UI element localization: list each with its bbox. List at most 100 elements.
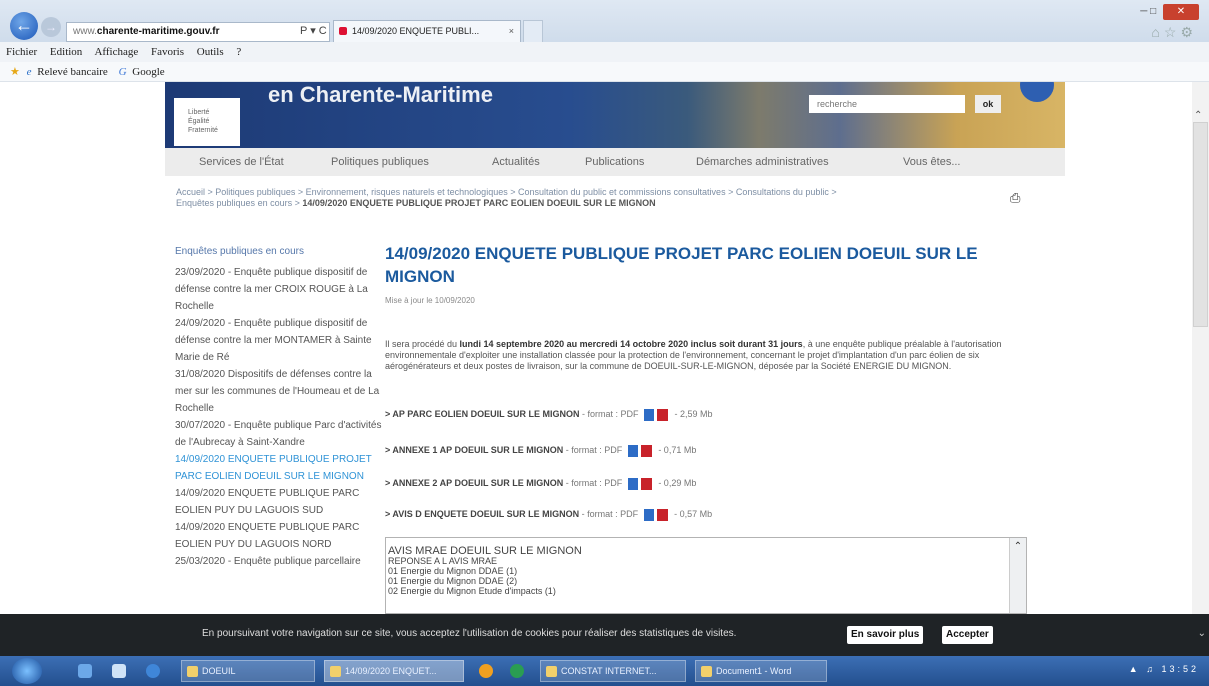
- forward-arrow-icon[interactable]: →: [41, 17, 61, 37]
- minimize-icon[interactable]: ─: [1140, 6, 1147, 17]
- page-title: 14/09/2020 ENQUETE PUBLIQUE PROJET PARC …: [385, 244, 978, 286]
- favorites-star-icon[interactable]: ★: [10, 66, 20, 78]
- url-domain: charente-maritime.gouv.fr: [96, 26, 220, 37]
- file-info-icon[interactable]: [628, 477, 639, 490]
- scroll-up-icon[interactable]: ⌃: [1012, 541, 1024, 553]
- browser-tab[interactable]: 14/09/2020 ENQUETE PUBLI... ×: [333, 20, 521, 42]
- nav-services-etat[interactable]: Services de l'État: [199, 148, 284, 176]
- google-icon: G: [118, 66, 127, 78]
- page-scrollbar[interactable]: ⌃: [1192, 82, 1209, 614]
- pdf-icon[interactable]: [641, 477, 653, 490]
- menu-item-edition[interactable]: Edition: [50, 46, 82, 58]
- download-link[interactable]: > AP PARC EOLIEN DOEUIL SUR LE MIGNON: [385, 409, 579, 419]
- site-search-input[interactable]: recherche: [809, 95, 965, 113]
- menu-item-help[interactable]: ?: [236, 46, 241, 58]
- nav-vous-etes[interactable]: Vous êtes...: [903, 148, 960, 176]
- pdf-icon[interactable]: [657, 508, 669, 521]
- download-row[interactable]: > ANNEXE 1 AP DOEUIL SUR LE MIGNON - for…: [385, 442, 696, 458]
- chevron-down-icon[interactable]: ⌄: [1198, 628, 1206, 639]
- sidebar-link[interactable]: 23/09/2020 - Enquête publique dispositif…: [175, 264, 385, 315]
- file-info-icon[interactable]: [644, 408, 655, 421]
- browser-titlebar: ← → www.charente-maritime.gouv.fr P ▾ C …: [0, 0, 1209, 42]
- banner-round-button[interactable]: [1020, 82, 1054, 102]
- favorite-google[interactable]: Google: [132, 66, 164, 78]
- download-row[interactable]: > AP PARC EOLIEN DOEUIL SUR LE MIGNON - …: [385, 406, 713, 422]
- menu-item-outils[interactable]: Outils: [197, 46, 224, 58]
- media-player-icon[interactable]: [479, 664, 493, 678]
- banner-title: en Charente-Maritime: [268, 82, 493, 107]
- nav-publications[interactable]: Publications: [585, 148, 644, 176]
- download-size: - 0,71 Mb: [658, 445, 697, 455]
- download-link[interactable]: > ANNEXE 1 AP DOEUIL SUR LE MIGNON: [385, 445, 563, 455]
- menu-item-affichage[interactable]: Affichage: [94, 46, 138, 58]
- cookie-accept-button[interactable]: Accepter: [942, 626, 993, 644]
- cookie-more-button[interactable]: En savoir plus: [847, 626, 924, 644]
- listbox-item[interactable]: AVIS MRAE DOEUIL SUR LE MIGNON: [386, 538, 1026, 557]
- sidebar-link[interactable]: 24/09/2020 - Enquête publique dispositif…: [175, 315, 385, 366]
- listbox-item[interactable]: 02 Energie du Mignon Etude d'impacts (1): [386, 586, 1026, 596]
- sidebar-link[interactable]: 30/07/2020 - Enquête publique Parc d'act…: [175, 417, 385, 451]
- listbox-item[interactable]: REPONSE A L AVIS MRAE: [386, 556, 1026, 566]
- download-link[interactable]: > ANNEXE 2 AP DOEUIL SUR LE MIGNON: [385, 478, 563, 488]
- taskbar-doeuil[interactable]: DOEUIL: [181, 660, 315, 682]
- page-scrollbar-thumb[interactable]: [1193, 122, 1208, 327]
- sidebar-link[interactable]: 14/09/2020 ENQUETE PUBLIQUE PARC EOLIEN …: [175, 485, 385, 519]
- address-bar[interactable]: www.charente-maritime.gouv.fr: [66, 22, 330, 42]
- ie-icon: e: [26, 66, 32, 78]
- nav-actualites[interactable]: Actualités: [492, 148, 540, 176]
- menu-item-favoris[interactable]: Favoris: [151, 46, 184, 58]
- network-icon[interactable]: ▲: [1129, 664, 1141, 674]
- windows-taskbar: DOEUIL 14/09/2020 ENQUET... CONSTAT INTE…: [0, 656, 1209, 686]
- menu-item-fichier[interactable]: Fichier: [6, 46, 37, 58]
- taskbar-word[interactable]: Document1 - Word: [695, 660, 827, 682]
- download-format: - format : PDF: [579, 509, 639, 519]
- taskbar-constat[interactable]: CONSTAT INTERNET...: [540, 660, 686, 682]
- download-row[interactable]: > AVIS D ENQUETE DOEUIL SUR LE MIGNON - …: [385, 506, 712, 522]
- back-arrow-icon[interactable]: ←: [10, 12, 38, 40]
- sidebar-link[interactable]: 14/09/2020 ENQUETE PUBLIQUE PROJET PARC …: [175, 451, 385, 485]
- star-icon[interactable]: ☆: [1164, 24, 1181, 40]
- listbox-item[interactable]: 01 Energie du Mignon DDAE (2): [386, 576, 1026, 586]
- gear-icon[interactable]: ⚙: [1180, 24, 1197, 40]
- prefecture-logo[interactable]: Liberté Égalité Fraternité: [174, 98, 240, 146]
- new-tab-button[interactable]: [523, 20, 543, 42]
- download-link[interactable]: > AVIS D ENQUETE DOEUIL SUR LE MIGNON: [385, 509, 579, 519]
- file-info-icon[interactable]: [628, 444, 639, 457]
- listbox-scrollbar[interactable]: ⌃: [1009, 538, 1026, 613]
- nav-demarches[interactable]: Démarches administratives: [696, 148, 829, 176]
- chrome-icon[interactable]: [510, 664, 524, 678]
- download-row[interactable]: > ANNEXE 2 AP DOEUIL SUR LE MIGNON - for…: [385, 475, 696, 491]
- site-search-ok-button[interactable]: ok: [975, 95, 1001, 113]
- favicon-icon: [339, 27, 347, 35]
- download-size: - 0,57 Mb: [674, 509, 713, 519]
- clock[interactable]: 13:52: [1161, 664, 1199, 674]
- pdf-icon[interactable]: [657, 408, 669, 421]
- tab-close-icon[interactable]: ×: [509, 21, 514, 41]
- address-actions[interactable]: P ▾ C: [300, 24, 327, 37]
- start-button[interactable]: [12, 658, 42, 684]
- page-scroll-up-icon[interactable]: ⌃: [1194, 110, 1202, 121]
- nav-politiques-publiques[interactable]: Politiques publiques: [331, 148, 429, 176]
- page-viewport: Liberté Égalité Fraternité en Charente-Mar…: [0, 82, 1209, 614]
- show-desktop-icon[interactable]: [78, 664, 92, 678]
- cookie-banner: En poursuivant votre navigation sur ce s…: [0, 614, 1209, 656]
- maximize-icon[interactable]: □: [1150, 6, 1156, 17]
- site-nav: Services de l'État Politiques publiques …: [165, 148, 1065, 176]
- file-info-icon[interactable]: [644, 508, 655, 521]
- volume-icon[interactable]: ♫: [1146, 664, 1156, 674]
- sidebar-link[interactable]: 14/09/2020 ENQUETE PUBLIQUE PARC EOLIEN …: [175, 519, 385, 553]
- print-icon[interactable]: ⎙: [1010, 190, 1020, 206]
- ie-taskbar-icon[interactable]: [146, 664, 160, 678]
- pdf-icon[interactable]: [641, 444, 653, 457]
- taskbar-enquete[interactable]: 14/09/2020 ENQUET...: [324, 660, 464, 682]
- listbox-item[interactable]: 01 Energie du Mignon DDAE (1): [386, 566, 1026, 576]
- cookie-message: En poursuivant votre navigation sur ce s…: [202, 628, 737, 639]
- home-icon[interactable]: ⌂: [1151, 24, 1163, 40]
- window-close-icon[interactable]: ✕: [1163, 4, 1199, 20]
- window-controls: ─ □ ✕: [1140, 4, 1199, 20]
- explorer-icon[interactable]: [112, 664, 126, 678]
- sidebar-link[interactable]: 25/03/2020 - Enquête publique parcellair…: [175, 553, 385, 570]
- documents-listbox[interactable]: AVIS MRAE DOEUIL SUR LE MIGNON REPONSE A …: [385, 537, 1027, 614]
- favorite-releve-bancaire[interactable]: Relevé bancaire: [37, 66, 108, 78]
- sidebar-link[interactable]: 31/08/2020 Dispositifs de défenses contr…: [175, 366, 385, 417]
